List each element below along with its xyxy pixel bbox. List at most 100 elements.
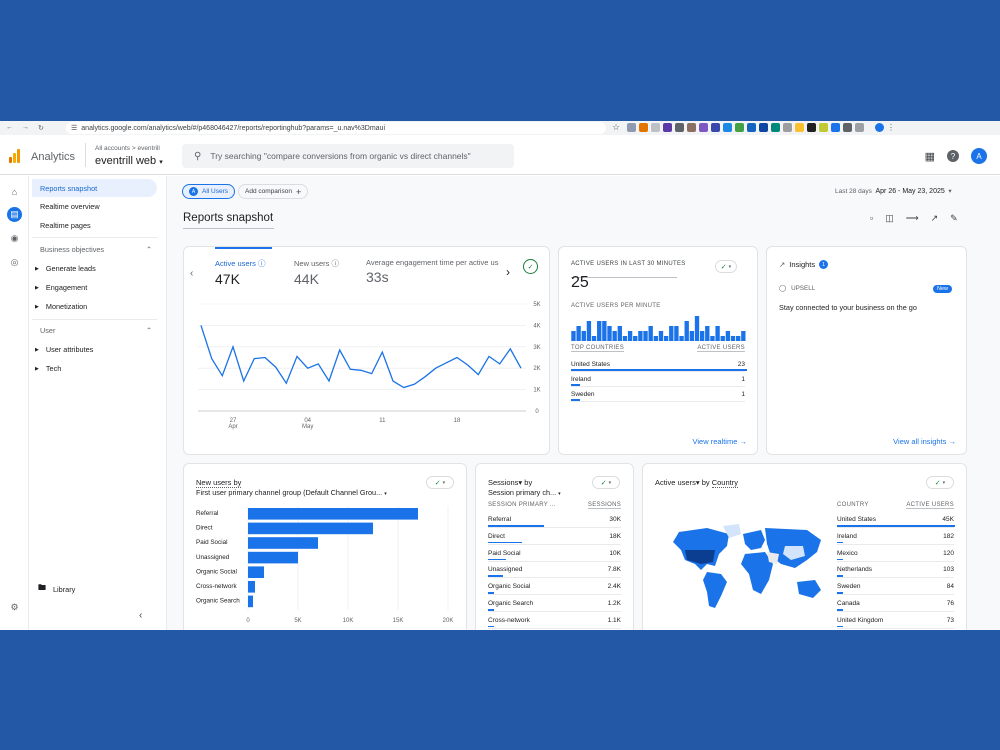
table-row[interactable]: United States 23 bbox=[571, 361, 745, 368]
status-check-dropdown[interactable]: ✓ ▾ bbox=[592, 476, 620, 489]
next-chevron-icon[interactable]: › bbox=[506, 265, 510, 279]
home-icon[interactable]: ⌂ bbox=[7, 184, 22, 199]
forward-icon[interactable]: → bbox=[22, 124, 29, 132]
table-row[interactable]: Cross-network 1.1K bbox=[488, 617, 621, 624]
table-row[interactable]: Canada 76 bbox=[837, 600, 954, 607]
site-info-icon[interactable]: ☰ bbox=[71, 124, 77, 132]
dimension-selector[interactable]: Session primary ch... ▾ bbox=[488, 488, 561, 497]
table-row[interactable]: Sweden 1 bbox=[571, 391, 745, 398]
metric-engagement-time[interactable]: Average engagement time per active us 33s bbox=[366, 258, 506, 285]
insight-text[interactable]: Stay connected to your business on the g… bbox=[779, 303, 917, 312]
sidebar-item-library[interactable]: 🖿 Library bbox=[38, 582, 75, 596]
prev-chevron-icon[interactable]: ‹ bbox=[190, 268, 193, 279]
profile-avatar[interactable] bbox=[875, 123, 884, 132]
table-row[interactable]: Organic Search 1.2K bbox=[488, 600, 621, 607]
sidebar-item-generate-leads[interactable]: ▶ Generate leads bbox=[35, 264, 96, 273]
table-row[interactable]: Unassigned 7.8K bbox=[488, 566, 621, 573]
table-row[interactable]: Mexico 120 bbox=[837, 550, 954, 557]
share-icon[interactable]: ⟶ bbox=[906, 213, 919, 224]
bookmark-star-icon[interactable]: ☆ bbox=[612, 123, 624, 132]
extension-icon[interactable] bbox=[651, 123, 660, 132]
account-avatar[interactable]: A bbox=[971, 148, 987, 164]
compare-icon[interactable]: ◫ bbox=[885, 213, 894, 224]
help-circle-icon[interactable]: ⓘ bbox=[332, 259, 340, 268]
table-row[interactable]: Paid Social 10K bbox=[488, 550, 621, 557]
table-row[interactable]: Netherlands 103 bbox=[837, 566, 954, 573]
table-row[interactable]: Referral 30K bbox=[488, 516, 621, 523]
reload-icon[interactable]: ↻ bbox=[38, 124, 44, 132]
table-row[interactable]: United States 45K bbox=[837, 516, 954, 523]
menu-dots-icon[interactable]: ⋮ bbox=[887, 123, 896, 132]
search-input[interactable]: ⚲ Try searching "compare conversions from… bbox=[182, 144, 514, 168]
advertising-icon[interactable]: ◎ bbox=[7, 255, 22, 270]
extension-icon[interactable] bbox=[711, 123, 720, 132]
insights-trend-icon[interactable]: ↗ bbox=[931, 213, 939, 224]
extension-icon[interactable] bbox=[723, 123, 732, 132]
category-label: Cross-network bbox=[196, 583, 237, 590]
explore-icon[interactable]: ◉ bbox=[7, 231, 22, 246]
sidebar-item-reports-snapshot[interactable]: Reports snapshot bbox=[32, 179, 157, 197]
checkmark-icon[interactable]: ✓ bbox=[524, 260, 537, 273]
section-user[interactable]: User ⌃ bbox=[40, 326, 152, 335]
view-realtime-link[interactable]: View realtime → bbox=[693, 437, 747, 446]
table-row[interactable]: Direct 18K bbox=[488, 533, 621, 540]
customize-report-icon[interactable]: ▫ bbox=[870, 213, 873, 224]
settings-gear-icon[interactable]: ⚙ bbox=[7, 600, 22, 615]
dimension-selector[interactable]: First user primary channel group (Defaul… bbox=[196, 488, 387, 497]
extension-icon[interactable] bbox=[663, 123, 672, 132]
property-selector[interactable]: eventrill web ▾ bbox=[95, 155, 163, 167]
table-row[interactable]: Sweden 84 bbox=[837, 583, 954, 590]
date-range-picker[interactable]: Last 28 days Apr 26 - May 23, 2025 ▾ bbox=[835, 187, 952, 195]
extension-icon[interactable] bbox=[747, 123, 756, 132]
extension-icon[interactable] bbox=[687, 123, 696, 132]
extension-icon[interactable] bbox=[639, 123, 648, 132]
extension-icon[interactable] bbox=[819, 123, 828, 132]
sidebar-item-engagement[interactable]: ▶ Engagement bbox=[35, 283, 87, 292]
table-row[interactable]: United Kingdom 73 bbox=[837, 617, 954, 624]
sidebar-item-user-attributes[interactable]: ▶ User attributes bbox=[35, 345, 93, 354]
collapse-chevron-icon[interactable]: ‹ bbox=[139, 610, 142, 621]
extension-icon[interactable] bbox=[795, 123, 804, 132]
back-icon[interactable]: ← bbox=[6, 124, 13, 132]
extension-icon[interactable] bbox=[843, 123, 852, 132]
app-name: Analytics bbox=[31, 151, 76, 163]
add-comparison-button[interactable]: Add comparison + bbox=[238, 184, 309, 199]
apps-grid-icon[interactable]: ▦ bbox=[925, 150, 935, 163]
dimension-selector[interactable]: Country bbox=[711, 478, 738, 488]
extension-icon[interactable] bbox=[771, 123, 780, 132]
account-breadcrumb[interactable]: All accounts > eventrill bbox=[95, 145, 160, 152]
sidebar-item-tech[interactable]: ▶ Tech bbox=[35, 364, 61, 373]
status-check-dropdown[interactable]: ✓ ▾ bbox=[715, 260, 737, 273]
sidebar-item-realtime-overview[interactable]: Realtime overview bbox=[32, 197, 157, 215]
edit-pencil-icon[interactable]: ✎ bbox=[950, 213, 958, 224]
extension-icon[interactable] bbox=[783, 123, 792, 132]
extension-icon[interactable] bbox=[855, 123, 864, 132]
extension-icon[interactable] bbox=[735, 123, 744, 132]
table-row[interactable]: Organic Social 2.4K bbox=[488, 583, 621, 590]
table-row[interactable]: Ireland 182 bbox=[837, 533, 954, 540]
card-title[interactable]: New users by bbox=[196, 478, 242, 488]
card-title[interactable]: Sessions▾ by bbox=[488, 478, 532, 487]
view-all-insights-link[interactable]: View all insights → bbox=[893, 437, 956, 446]
metric-new-users[interactable]: New users ⓘ 44K bbox=[294, 258, 339, 287]
extension-icon[interactable] bbox=[831, 123, 840, 132]
help-icon[interactable]: ? bbox=[947, 150, 959, 162]
x-tick-label: 10K bbox=[343, 618, 354, 624]
all-users-chip[interactable]: A All Users bbox=[182, 184, 236, 199]
section-business-objectives[interactable]: Business objectives ⌃ bbox=[40, 245, 152, 254]
extension-icon[interactable] bbox=[675, 123, 684, 132]
status-check-dropdown[interactable]: ✓ ▾ bbox=[926, 476, 954, 489]
extension-icon[interactable] bbox=[627, 123, 636, 132]
reports-icon[interactable]: ▤ bbox=[7, 207, 22, 222]
sidebar-item-monetization[interactable]: ▶ Monetization bbox=[35, 302, 87, 311]
extension-icon[interactable] bbox=[699, 123, 708, 132]
metric-active-users[interactable]: Active users ⓘ 47K bbox=[215, 258, 265, 287]
table-row[interactable]: Ireland 1 bbox=[571, 376, 745, 383]
metric-selector[interactable]: Active users▾ by bbox=[655, 478, 710, 487]
sidebar-item-realtime-pages[interactable]: Realtime pages bbox=[32, 216, 157, 234]
address-bar[interactable]: ☰ analytics.google.com/analytics/web/#/p4… bbox=[66, 122, 606, 134]
help-circle-icon[interactable]: ⓘ bbox=[258, 259, 266, 268]
extension-icon[interactable] bbox=[807, 123, 816, 132]
extension-icon[interactable] bbox=[759, 123, 768, 132]
status-check-dropdown[interactable]: ✓ ▾ bbox=[426, 476, 454, 489]
